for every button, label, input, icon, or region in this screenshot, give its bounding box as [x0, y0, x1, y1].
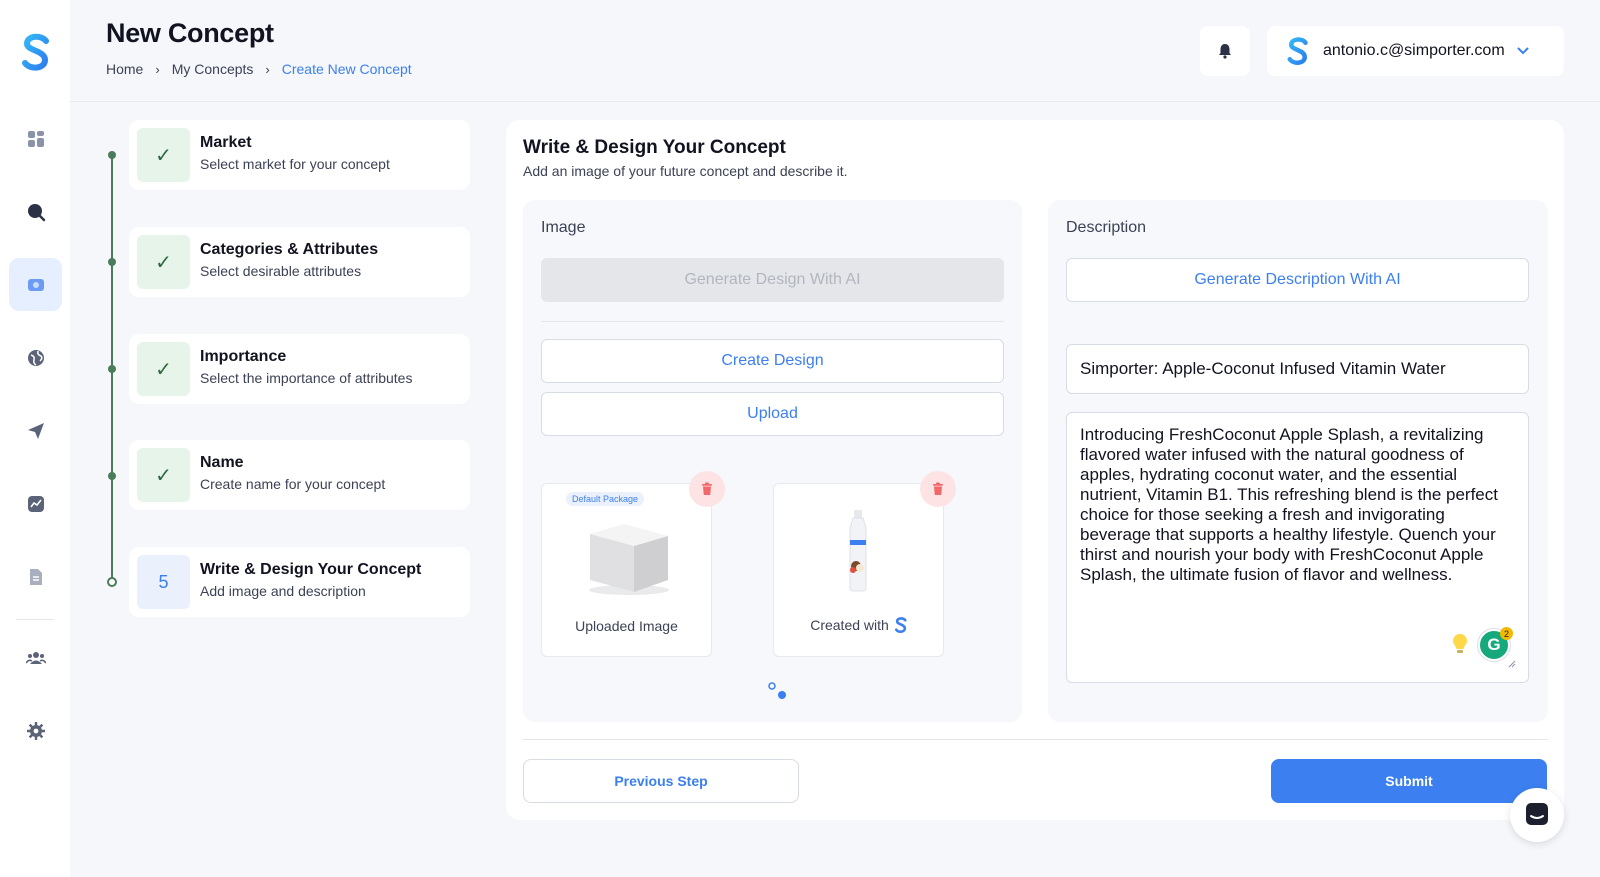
trash-icon — [933, 482, 943, 495]
document-icon — [29, 568, 42, 585]
timeline-dot-current — [107, 577, 117, 587]
sidebar — [0, 0, 70, 877]
analytics-icon — [27, 495, 44, 512]
timeline-dot — [108, 151, 116, 159]
footer-divider — [523, 739, 1548, 740]
check-icon: ✓ — [137, 235, 190, 289]
step-subtitle: Create name for your concept — [200, 476, 386, 492]
step-write-design[interactable]: 5 Write & Design Your Concept Add image … — [129, 547, 470, 617]
bell-icon — [1219, 44, 1231, 59]
breadcrumb-my-concepts[interactable]: My Concepts — [172, 61, 254, 77]
sidebar-item-documents[interactable] — [9, 550, 62, 603]
description-text: Introducing FreshCoconut Apple Splash, a… — [1080, 425, 1498, 584]
delete-uploaded-image-button[interactable] — [689, 471, 725, 507]
simporter-mini-logo — [894, 617, 907, 633]
step-title: Importance — [200, 348, 287, 365]
box-image — [589, 524, 669, 595]
image-panel-label: Image — [541, 219, 586, 236]
step-market[interactable]: ✓ Market Select market for your concept — [129, 120, 470, 190]
user-avatar-logo — [1287, 37, 1308, 65]
default-package-tag: Default Package — [566, 492, 645, 506]
concept-icon — [27, 278, 44, 291]
step-importance[interactable]: ✓ Importance Select the importance of at… — [129, 334, 470, 404]
thumbnail-caption: Uploaded Image — [575, 618, 678, 634]
step-categories[interactable]: ✓ Categories & Attributes Select desirab… — [129, 227, 470, 297]
sidebar-item-dashboard[interactable] — [9, 112, 62, 165]
user-menu[interactable]: antonio.c@simporter.com — [1267, 26, 1564, 76]
step-name[interactable]: ✓ Name Create name for your concept — [129, 440, 470, 510]
globe-icon — [27, 349, 44, 366]
timeline-dot — [108, 365, 116, 373]
header-divider — [70, 101, 1600, 102]
step-subtitle: Select desirable attributes — [200, 263, 362, 279]
upload-button[interactable]: Upload — [541, 392, 1004, 436]
timeline-dot — [108, 258, 116, 266]
section-subtitle: Add an image of your future concept and … — [523, 163, 848, 179]
lightbulb-icon[interactable] — [1452, 633, 1468, 657]
step-title: Name — [200, 454, 244, 471]
check-icon: ✓ — [137, 448, 190, 502]
sidebar-item-globe[interactable] — [9, 331, 62, 384]
search-icon — [27, 203, 45, 221]
step-subtitle: Add image and description — [200, 583, 366, 599]
sidebar-item-concepts[interactable] — [9, 258, 62, 311]
previous-step-button[interactable]: Previous Step — [523, 759, 799, 803]
sidebar-item-analytics[interactable] — [9, 477, 62, 530]
carousel-dots[interactable] — [766, 681, 788, 701]
step-title: Market — [200, 134, 252, 151]
chevron-right-icon: › — [265, 61, 270, 77]
team-icon — [25, 651, 46, 664]
description-panel-label: Description — [1066, 219, 1147, 236]
created-with-label: Created with — [810, 617, 889, 633]
chat-icon — [1526, 803, 1548, 825]
section-title: Write & Design Your Concept — [523, 137, 786, 158]
check-icon: ✓ — [137, 128, 190, 182]
step-title: Write & Design Your Concept — [200, 561, 422, 578]
sidebar-item-send[interactable] — [9, 404, 62, 457]
step-title: Categories & Attributes — [200, 241, 379, 258]
breadcrumb: Home › My Concepts › Create New Concept — [106, 61, 412, 77]
step-number: 5 — [137, 555, 190, 609]
step-subtitle: Select the importance of attributes — [200, 370, 413, 386]
uploaded-image-thumbnail[interactable]: Default Package Uploaded Image — [541, 483, 712, 657]
bottle-image — [849, 510, 867, 592]
page-title: New Concept — [106, 18, 274, 48]
dashboard-icon — [27, 130, 44, 147]
submit-button[interactable]: Submit — [1271, 759, 1547, 803]
concept-title-field[interactable]: Simporter: Apple-Coconut Infused Vitamin… — [1066, 344, 1529, 394]
generate-design-ai-button[interactable]: Generate Design With AI — [541, 258, 1004, 302]
chat-support-button[interactable] — [1510, 788, 1564, 842]
chevron-right-icon: › — [155, 61, 160, 77]
trash-icon — [702, 482, 712, 495]
thumbnail-caption: Created with — [774, 616, 943, 634]
delete-created-image-button[interactable] — [920, 471, 956, 507]
chevron-down-icon — [1517, 47, 1529, 55]
sidebar-item-team[interactable] — [9, 631, 62, 684]
user-email: antonio.c@simporter.com — [1323, 42, 1505, 59]
generate-description-ai-button[interactable]: Generate Description With AI — [1066, 258, 1529, 302]
step-subtitle: Select market for your concept — [200, 156, 390, 172]
timeline-dot — [108, 472, 116, 480]
notifications-button[interactable] — [1200, 26, 1250, 76]
grammarly-count-badge: 2 — [1500, 627, 1513, 640]
created-image-thumbnail[interactable]: Created with — [773, 483, 944, 657]
create-design-button[interactable]: Create Design — [541, 339, 1004, 383]
settings-icon — [26, 721, 45, 740]
resize-handle-icon[interactable] — [1506, 658, 1516, 668]
breadcrumb-current: Create New Concept — [281, 61, 412, 77]
simporter-logo[interactable] — [22, 32, 50, 72]
check-icon: ✓ — [137, 342, 190, 396]
sidebar-item-settings[interactable] — [9, 704, 62, 757]
breadcrumb-home[interactable]: Home — [106, 61, 143, 77]
sidebar-divider — [16, 619, 54, 620]
sidebar-item-search[interactable] — [9, 185, 62, 238]
divider — [541, 321, 1004, 322]
send-icon — [27, 422, 44, 439]
